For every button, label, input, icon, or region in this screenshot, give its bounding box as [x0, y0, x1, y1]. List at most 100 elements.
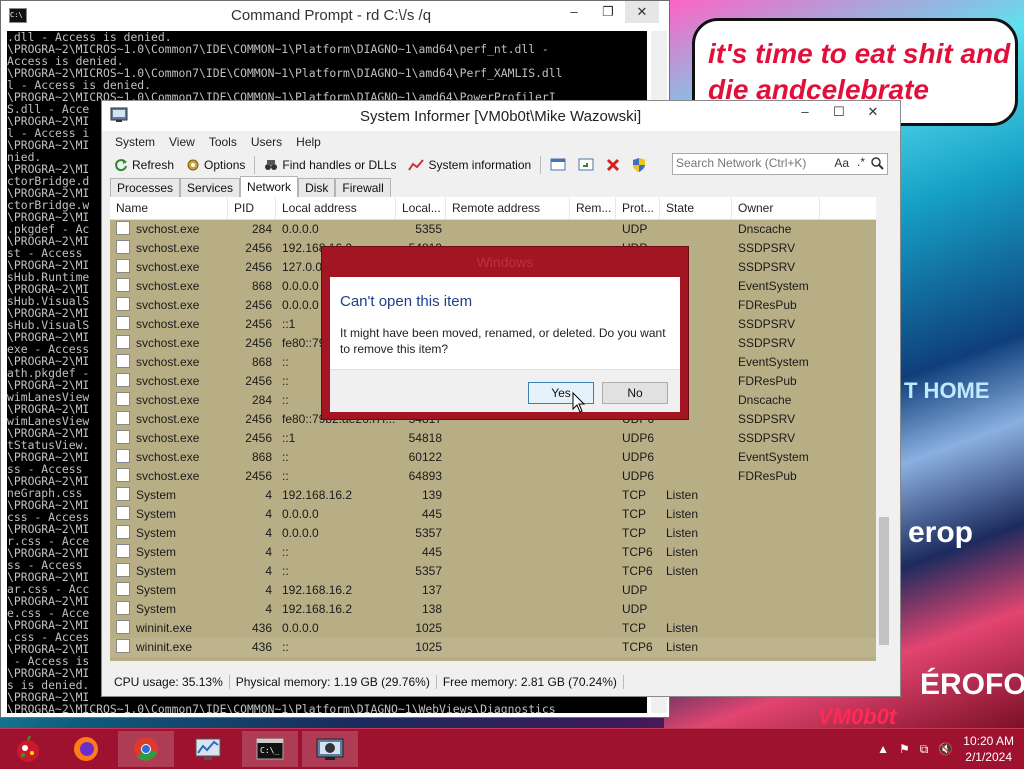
table-cell: 2456 [245, 241, 272, 255]
table-row[interactable]: System 4 192.168.16.2 138 UDP [110, 600, 876, 619]
terminate-button[interactable] [600, 154, 626, 176]
column-header-owner[interactable]: Owner [732, 197, 820, 219]
no-button[interactable]: No [602, 382, 668, 404]
table-row[interactable]: svchost.exe 2456:: 64893 UDP6 FDResPub [110, 467, 876, 486]
table-row[interactable]: wininit.exe 436:: 1025 TCP6 Listen [110, 638, 876, 657]
clock[interactable]: 10:20 AM 2/1/2024 [963, 733, 1014, 765]
table-row[interactable]: svchost.exe 284 0.0.0.0 5355 UDP Dnscache [110, 220, 876, 239]
table-cell [446, 562, 570, 581]
table-cell [446, 467, 570, 486]
table-cell: 5355 [415, 222, 442, 236]
tab-processes[interactable]: Processes [110, 178, 181, 198]
menu-system[interactable]: System [108, 133, 162, 151]
find-handles-button[interactable]: Find handles or DLLs [258, 154, 402, 176]
refresh-button[interactable]: Refresh [108, 154, 180, 176]
taskbar-system-informer-active[interactable] [302, 731, 358, 767]
network-icon[interactable]: ⧉ [920, 742, 929, 757]
menu-users[interactable]: Users [244, 133, 289, 151]
column-header-pid[interactable]: PID [228, 197, 276, 219]
taskbar-firefox[interactable] [58, 731, 114, 767]
si-titlebar[interactable]: System Informer [VM0b0t\Mike Wazowski] –… [102, 101, 900, 131]
table-cell [446, 600, 570, 619]
tab-firewall[interactable]: Firewall [335, 178, 391, 198]
table-cell [446, 448, 570, 467]
start-button[interactable] [0, 731, 56, 767]
scrollbar-thumb[interactable] [879, 517, 889, 645]
search-box[interactable]: Aa .* [672, 153, 888, 175]
taskbar-system-informer[interactable] [180, 731, 236, 767]
cmd-titlebar[interactable]: C:\ Command Prompt - rd C:\/s /q – ❐ ✕ [1, 1, 669, 31]
column-header-state[interactable]: State [660, 197, 732, 219]
tab-network[interactable]: Network [240, 176, 299, 198]
table-cell: svchost.exe [110, 334, 228, 353]
speaker-muted-icon[interactable]: 🔇 [938, 742, 953, 756]
regex-icon[interactable]: .* [857, 155, 865, 169]
match-case-toggle[interactable]: Aa [834, 156, 849, 170]
system-information-button[interactable]: System information [402, 154, 537, 176]
options-button[interactable]: Options [180, 154, 251, 176]
table-row[interactable]: System 4 192.168.16.2 139 TCP Listen [110, 486, 876, 505]
table-cell: :: [282, 640, 289, 654]
column-header-remote-port[interactable]: Rem... [570, 197, 616, 219]
table-row[interactable]: System 4 0.0.0.0 5357 TCP Listen [110, 524, 876, 543]
table-cell [570, 524, 616, 543]
error-dialog[interactable]: Windows Can't open this item It might ha… [321, 246, 689, 420]
minimize-button[interactable]: – [557, 1, 591, 23]
menu-tools[interactable]: Tools [202, 133, 244, 151]
maximize-button[interactable]: ☐ [822, 101, 856, 123]
dialog-body: Can't open this item It might have been … [330, 277, 680, 412]
table-cell [446, 486, 570, 505]
clock-date: 2/1/2024 [965, 750, 1012, 764]
column-header-remote-address[interactable]: Remote address [446, 197, 570, 219]
search-input[interactable] [673, 154, 829, 172]
column-header-local-address[interactable]: Local address [276, 197, 396, 219]
table-cell [570, 638, 616, 657]
tab-disk[interactable]: Disk [298, 178, 336, 198]
table-cell: 868 [251, 355, 272, 369]
window-button[interactable] [544, 154, 572, 176]
taskbar-command-prompt[interactable]: C:\_ [242, 731, 298, 767]
process-icon [116, 430, 130, 444]
close-button[interactable]: ✕ [856, 101, 890, 123]
menu-help[interactable]: Help [289, 133, 328, 151]
table-row[interactable]: System 4 192.168.16.2 137 UDP [110, 581, 876, 600]
maximize-button[interactable]: ❐ [591, 1, 625, 23]
table-cell [732, 638, 820, 657]
table-row[interactable]: svchost.exe 868:: 60122 UDP6 EventSystem [110, 448, 876, 467]
system-informer-icon [110, 107, 128, 122]
process-name: svchost.exe [136, 412, 200, 426]
column-header-local-port[interactable]: Local... [396, 197, 446, 219]
column-header-protocol[interactable]: Prot... [616, 197, 660, 219]
table-row[interactable]: System 4 0.0.0.0 445 TCP Listen [110, 505, 876, 524]
chevron-up-icon[interactable]: ▲ [877, 742, 889, 756]
table-cell: Listen [666, 545, 699, 559]
process-name: svchost.exe [136, 222, 200, 236]
si-title: System Informer [VM0b0t\Mike Wazowski] [360, 108, 642, 125]
minimize-button[interactable]: – [788, 101, 822, 123]
table-cell [570, 619, 616, 638]
column-header-name[interactable]: Name [110, 197, 228, 219]
table-cell: svchost.exe [110, 353, 228, 372]
close-button[interactable]: ✕ [625, 1, 659, 23]
table-cell: System [110, 543, 228, 562]
menu-view[interactable]: View [162, 133, 202, 151]
window-go-button[interactable] [572, 154, 600, 176]
process-icon [116, 392, 130, 406]
shield-button[interactable] [626, 154, 652, 176]
table-scrollbar[interactable] [876, 197, 892, 665]
table-cell: SSDPSRV [738, 336, 796, 350]
table-cell: svchost.exe [110, 296, 228, 315]
table-cell: 1025 [415, 621, 442, 635]
tab-services[interactable]: Services [180, 178, 241, 198]
process-name: svchost.exe [136, 469, 200, 483]
search-icon[interactable] [870, 156, 884, 170]
table-row[interactable]: wininit.exe 436 0.0.0.0 1025 TCP Listen [110, 619, 876, 638]
table-row[interactable]: svchost.exe 2456::1 54818 UDP6 SSDPSRV [110, 429, 876, 448]
process-icon [116, 563, 130, 577]
table-cell: 54818 [408, 431, 442, 445]
table-cell: SSDPSRV [738, 241, 796, 255]
table-row[interactable]: System 4:: 5357 TCP6 Listen [110, 562, 876, 581]
table-row[interactable]: System 4:: 445 TCP6 Listen [110, 543, 876, 562]
flag-icon[interactable]: ⚑ [899, 742, 910, 756]
taskbar-chrome[interactable] [118, 731, 174, 767]
